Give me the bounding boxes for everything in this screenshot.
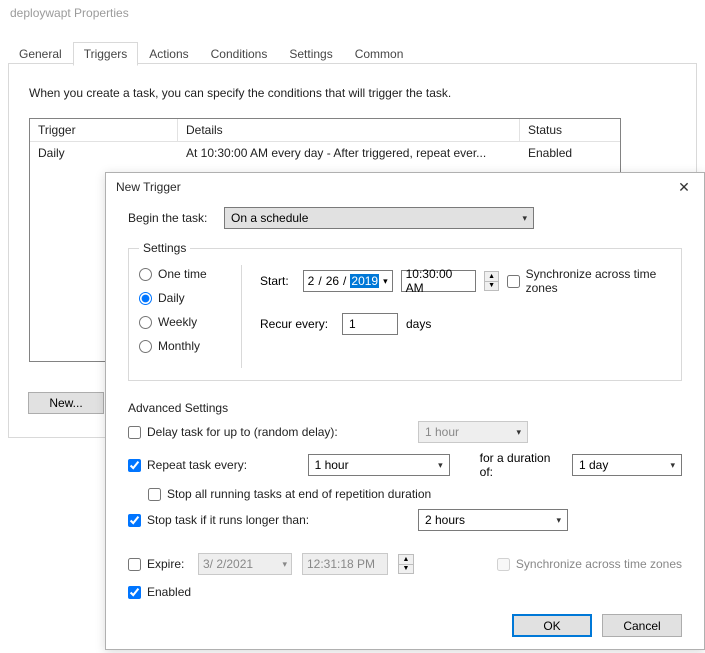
expire-time-value: 12:31:18 PM (307, 557, 375, 571)
chevron-down-icon: ▾ (282, 559, 287, 570)
expire-label: Expire: (147, 557, 184, 571)
begin-task-combo[interactable]: On a schedule ▾ (224, 207, 534, 229)
cell-status: Enabled (520, 142, 620, 164)
recur-unit: days (406, 317, 431, 331)
radio-daily-label: Daily (158, 291, 185, 305)
radio-weekly-label: Weekly (158, 315, 197, 329)
recur-every-input[interactable] (342, 313, 398, 335)
new-trigger-dialog: New Trigger ✕ Begin the task: On a sched… (105, 172, 705, 650)
delay-task-combo: 1 hour ▾ (418, 421, 528, 443)
cell-trigger: Daily (30, 142, 178, 164)
enabled-checkbox[interactable]: Enabled (128, 585, 191, 599)
duration-combo[interactable]: 1 day ▾ (572, 454, 682, 476)
delay-task-value: 1 hour (425, 425, 459, 439)
enabled-label: Enabled (147, 585, 191, 599)
cell-details: At 10:30:00 AM every day - After trigger… (178, 142, 520, 164)
repeat-task-checkbox[interactable]: Repeat task every: (128, 458, 298, 472)
expire-time-spinner: ▲▼ (398, 554, 414, 574)
dialog-button-row: OK Cancel (512, 614, 682, 637)
chevron-down-icon: ▾ (383, 276, 388, 287)
intro-text: When you create a task, you can specify … (29, 86, 676, 100)
spin-up-icon: ▲ (399, 555, 413, 565)
start-date-year: 2019 (350, 274, 379, 288)
delay-task-checkbox[interactable]: Delay task for up to (random delay): (128, 425, 408, 439)
begin-task-label: Begin the task: (128, 211, 216, 225)
radio-monthly-label: Monthly (158, 339, 200, 353)
spin-down-icon: ▼ (399, 565, 413, 574)
sync-timezones-checkbox[interactable]: Synchronize across time zones (507, 267, 667, 295)
start-date-month: 2 (308, 274, 315, 288)
col-status[interactable]: Status (520, 119, 620, 141)
close-icon[interactable]: ✕ (670, 179, 698, 196)
radio-one-time[interactable]: One time (139, 267, 223, 281)
repeat-every-value: 1 hour (315, 458, 349, 472)
stop-all-label: Stop all running tasks at end of repetit… (167, 487, 431, 501)
advanced-settings-heading: Advanced Settings (128, 401, 682, 415)
start-date-day: 26 (326, 274, 339, 288)
sync-timezones-expire-label: Synchronize across time zones (516, 557, 682, 571)
time-spinner[interactable]: ▲▼ (484, 271, 498, 291)
spin-down-icon: ▼ (485, 282, 497, 291)
start-date-picker[interactable]: 2/26/2019 ▾ (303, 270, 393, 292)
repeat-task-label: Repeat task every: (147, 458, 247, 472)
delay-task-label: Delay task for up to (random delay): (147, 425, 338, 439)
radio-one-time-label: One time (158, 267, 207, 281)
settings-legend: Settings (139, 241, 190, 255)
sync-timezones-expire-checkbox: Synchronize across time zones (497, 557, 682, 571)
stop-if-longer-label: Stop task if it runs longer than: (147, 513, 309, 527)
table-header: Trigger Details Status (30, 119, 620, 142)
chevron-down-icon: ▾ (438, 460, 443, 471)
duration-prefix: for a duration of: (480, 451, 562, 479)
col-trigger[interactable]: Trigger (30, 119, 178, 141)
start-label: Start: (260, 274, 295, 288)
stop-if-longer-value: 2 hours (425, 513, 465, 527)
trigger-buttons: New... (28, 392, 104, 414)
start-time-field[interactable]: 10:30:00 AM (401, 270, 477, 292)
expire-date-picker: 3/ 2/2021 ▾ (198, 553, 292, 575)
expire-date-value: 3/ 2/2021 (203, 557, 253, 571)
new-trigger-button[interactable]: New... (28, 392, 104, 414)
expire-checkbox[interactable]: Expire: (128, 557, 188, 571)
window-title: deploywapt Properties (10, 6, 129, 20)
table-row[interactable]: Daily At 10:30:00 AM every day - After t… (30, 142, 620, 164)
expire-time-field: 12:31:18 PM (302, 553, 388, 575)
begin-task-value: On a schedule (231, 211, 308, 225)
radio-weekly[interactable]: Weekly (139, 315, 223, 329)
repeat-every-combo[interactable]: 1 hour ▾ (308, 454, 450, 476)
chevron-down-icon: ▾ (516, 427, 521, 438)
chevron-down-icon: ▾ (556, 515, 561, 526)
recur-label: Recur every: (260, 317, 334, 331)
dialog-titlebar: New Trigger ✕ (106, 173, 704, 201)
separator (241, 265, 242, 368)
radio-daily[interactable]: Daily (139, 291, 223, 305)
ok-button[interactable]: OK (512, 614, 592, 637)
stop-if-longer-checkbox[interactable]: Stop task if it runs longer than: (128, 513, 408, 527)
schedule-radio-group: One time Daily Weekly Monthly (139, 265, 223, 368)
chevron-down-icon: ▾ (670, 460, 675, 471)
sync-timezones-label: Synchronize across time zones (526, 267, 667, 295)
cancel-button[interactable]: Cancel (602, 614, 682, 637)
advanced-settings: Delay task for up to (random delay): 1 h… (128, 421, 682, 599)
stop-if-longer-combo[interactable]: 2 hours ▾ (418, 509, 568, 531)
tab-triggers[interactable]: Triggers (73, 42, 139, 66)
col-details[interactable]: Details (178, 119, 520, 141)
chevron-down-icon: ▾ (522, 213, 527, 224)
stop-all-checkbox[interactable]: Stop all running tasks at end of repetit… (148, 487, 431, 501)
start-time-value: 10:30:00 AM (406, 267, 472, 295)
duration-value: 1 day (579, 458, 608, 472)
spin-up-icon: ▲ (485, 272, 497, 282)
dialog-title: New Trigger (116, 180, 181, 194)
radio-monthly[interactable]: Monthly (139, 339, 223, 353)
settings-group: Settings One time Daily Weekly Monthly S… (128, 241, 682, 381)
